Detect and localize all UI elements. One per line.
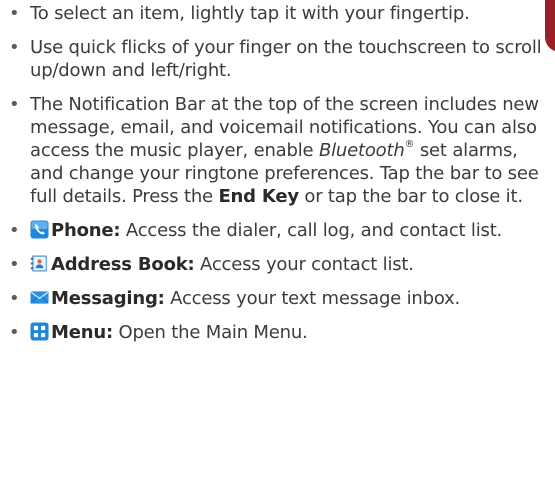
bullet-marker: • [9, 220, 20, 241]
bullet-marker: • [9, 288, 20, 309]
list-item: • The Notification Bar at the top of the… [8, 93, 548, 208]
bluetooth-term: Bluetooth [318, 140, 405, 161]
end-key-term: End Key [218, 186, 299, 207]
list-item-text: or tap the bar to close it. [298, 186, 523, 207]
phone-icon [30, 220, 49, 239]
feature-description: Access your text message inbox. [164, 288, 461, 309]
list-item-text: To select an item, lightly tap it with y… [30, 3, 470, 24]
feature-label: Messaging: [51, 288, 165, 309]
address-book-icon [30, 254, 49, 273]
instruction-list: • To select an item, lightly tap it with… [8, 2, 548, 355]
list-item: • To select an item, lightly tap it with… [8, 2, 548, 25]
feature-description: Open the Main Menu. [112, 322, 308, 343]
list-item-text: Use quick flicks of your finger on the t… [30, 37, 542, 81]
feature-label: Menu: [51, 322, 113, 343]
feature-label: Address Book: [51, 254, 195, 275]
bullet-marker: • [9, 322, 20, 343]
feature-label: Phone: [51, 220, 121, 241]
list-item: • Address Book: Access your contact list… [8, 253, 548, 276]
registered-mark: ® [404, 139, 415, 150]
list-item: • Menu: Open the Main Menu. [8, 321, 548, 344]
bullet-marker: • [9, 3, 20, 24]
feature-description: Access your contact list. [194, 254, 414, 275]
bullet-marker: • [9, 254, 20, 275]
grid-menu-icon [30, 322, 49, 341]
envelope-icon [30, 288, 49, 307]
manual-page: • To select an item, lightly tap it with… [0, 0, 555, 499]
bullet-marker: • [9, 94, 20, 115]
list-item: • Messaging: Access your text message in… [8, 287, 548, 310]
list-item: • Phone: Access the dialer, call log, an… [8, 219, 548, 242]
bullet-marker: • [9, 37, 20, 58]
list-item: • Use quick flicks of your finger on the… [8, 36, 548, 82]
feature-description: Access the dialer, call log, and contact… [120, 220, 503, 241]
